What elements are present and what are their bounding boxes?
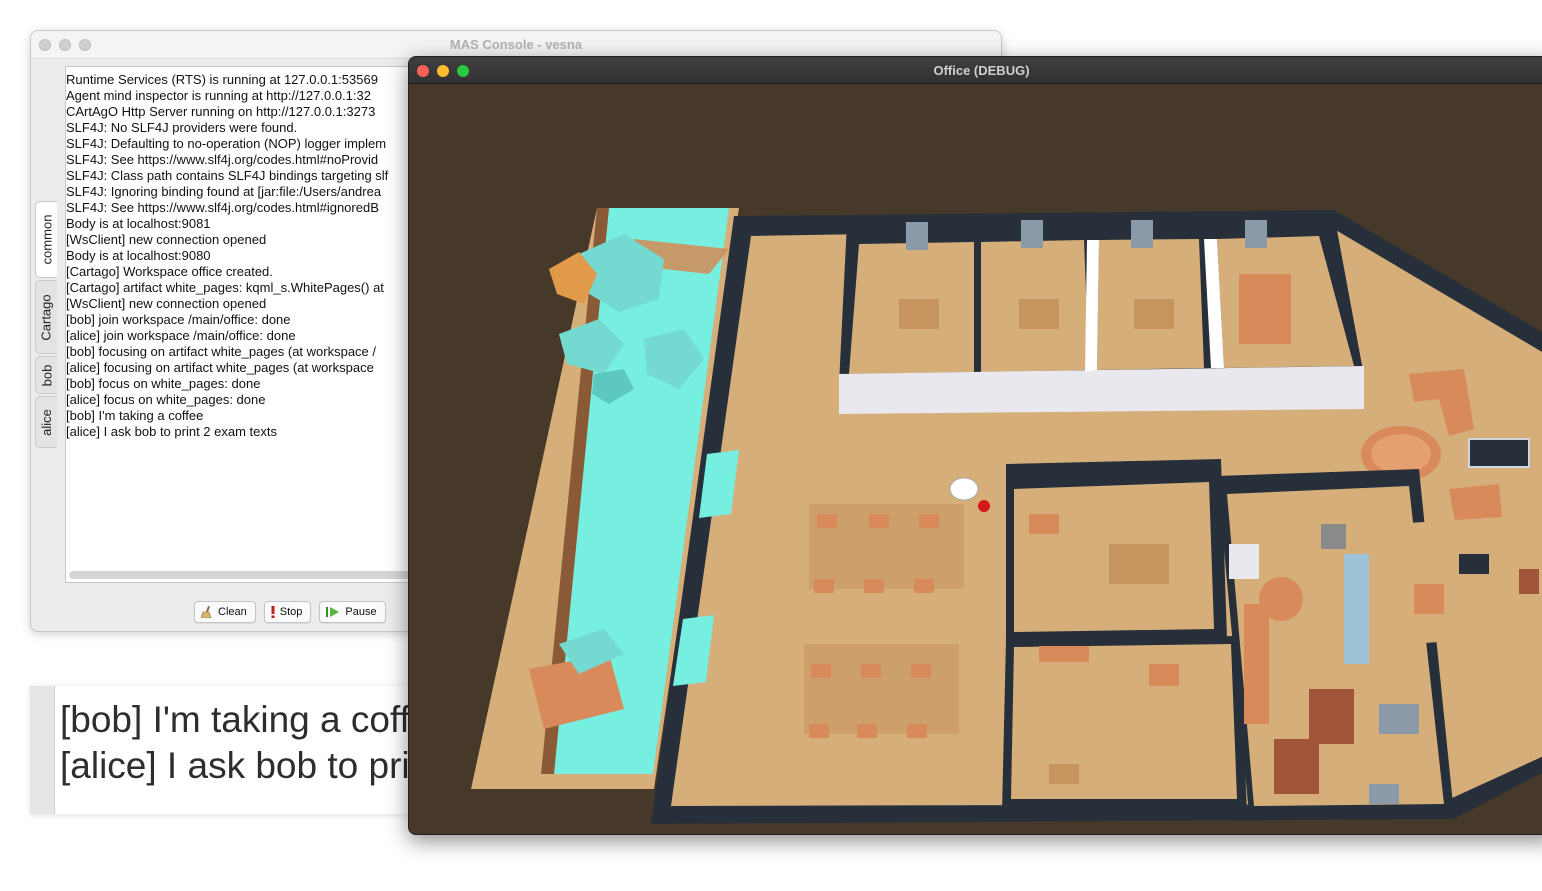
- log-line: SLF4J: See https://www.slf4j.org/codes.h…: [66, 200, 379, 215]
- console-title: MAS Console - vesna: [449, 37, 583, 52]
- log-line: [bob] focusing on artifact white_pages (…: [66, 344, 377, 359]
- zoom-line-bob: [bob] I'm taking a coffee: [60, 699, 452, 740]
- log-line: SLF4J: Class path contains SLF4J binding…: [66, 168, 389, 183]
- tab-bob[interactable]: bob: [35, 356, 57, 394]
- office-title: Office (DEBUG): [933, 63, 1030, 78]
- exclamation-icon: [271, 606, 275, 618]
- log-line: SLF4J: Ignoring binding found at [jar:fi…: [66, 184, 382, 199]
- log-line: Agent mind inspector is running at http:…: [66, 88, 371, 103]
- broom-icon: [200, 605, 213, 619]
- office-debug-window: Office (DEBUG): [408, 56, 1542, 835]
- console-titlebar: MAS Console - vesna: [31, 31, 1001, 59]
- log-line: Body is at localhost:9080: [66, 248, 211, 263]
- pause-button[interactable]: Pause: [319, 601, 386, 623]
- log-line: CArtAgO Http Server running on http://12…: [66, 104, 376, 119]
- log-line: [bob] join workspace /main/office: done: [66, 312, 291, 327]
- pause-icon: [326, 606, 340, 618]
- log-line: [bob] focus on white_pages: done: [66, 376, 261, 391]
- log-line: [alice] focusing on artifact white_pages…: [66, 360, 374, 375]
- log-line: Runtime Services (RTS) is running at 127…: [66, 72, 378, 87]
- console-agent-tabs: common Cartago bob alice: [35, 201, 57, 521]
- log-line: SLF4J: Defaulting to no-operation (NOP) …: [66, 136, 387, 151]
- console-log-lines: Runtime Services (RTS) is running at 127…: [66, 72, 388, 440]
- speech-bubble-icon: [949, 477, 979, 501]
- zoom-gutter: [30, 686, 55, 814]
- log-line: [Cartago] Workspace office created.: [66, 264, 273, 279]
- private-offices-row: [839, 214, 1364, 414]
- log-line: [bob] I'm taking a coffee: [66, 408, 204, 423]
- stop-button[interactable]: Stop: [263, 601, 312, 623]
- log-line: SLF4J: See https://www.slf4j.org/codes.h…: [66, 152, 379, 167]
- log-line: [alice] I ask bob to print 2 exam texts: [66, 424, 277, 439]
- log-line: [alice] focus on white_pages: done: [66, 392, 266, 407]
- log-line: SLF4J: No SLF4J providers were found.: [66, 120, 298, 135]
- office-titlebar: Office (DEBUG): [409, 57, 1542, 84]
- log-line: [WsClient] new connection opened: [66, 296, 267, 311]
- office-3d-viewport[interactable]: [409, 84, 1542, 834]
- log-line: [alice] join workspace /main/office: don…: [66, 328, 296, 343]
- log-line: Body is at localhost:9081: [66, 216, 211, 231]
- tab-cartago[interactable]: Cartago: [35, 280, 57, 354]
- reception: [1394, 514, 1542, 644]
- log-line: [WsClient] new connection opened: [66, 232, 267, 247]
- meeting-rooms: [1002, 459, 1247, 812]
- tab-alice[interactable]: alice: [35, 396, 57, 448]
- agent-avatar[interactable]: [978, 500, 990, 512]
- log-line: [Cartago] artifact white_pages: kqml_s.W…: [66, 280, 384, 295]
- console-button-row: Clean Stop Pause: [194, 601, 386, 623]
- clean-button[interactable]: Clean: [194, 601, 256, 623]
- tab-common[interactable]: common: [35, 201, 57, 278]
